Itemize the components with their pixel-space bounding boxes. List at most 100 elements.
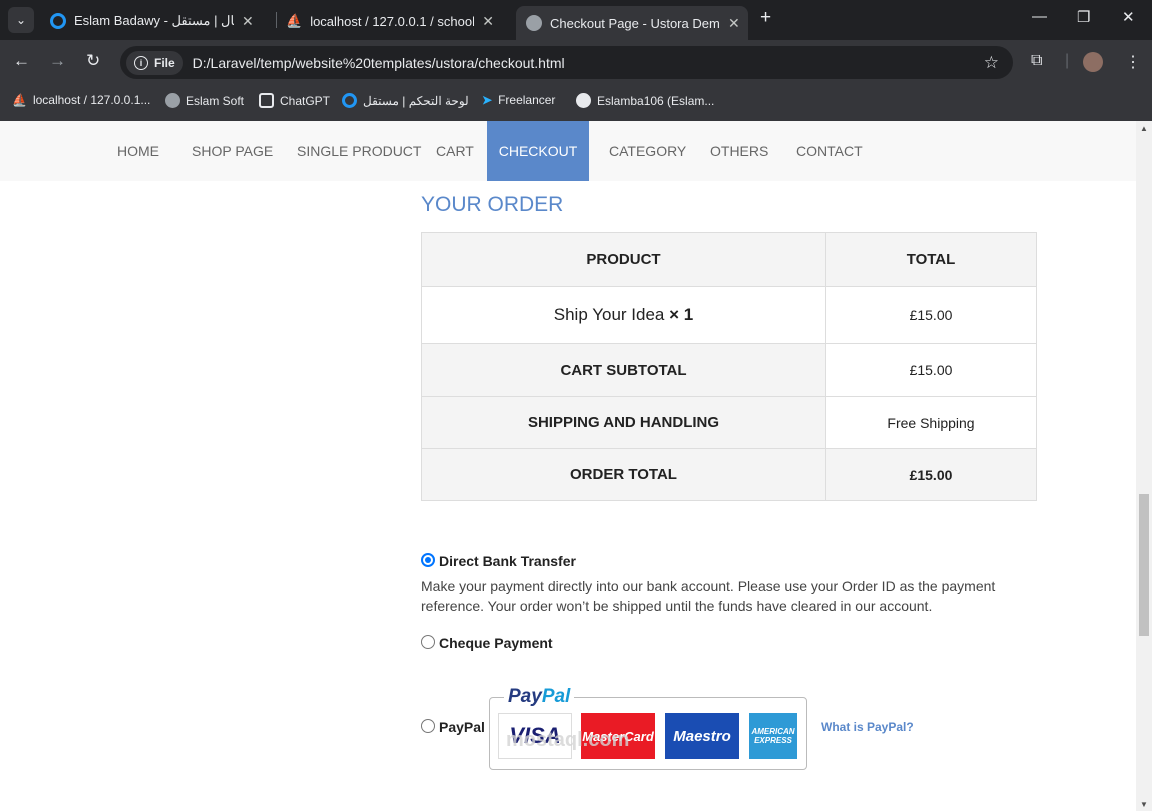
order-total-row: Order Total £15.00 — [421, 448, 1037, 501]
mostaql-watermark: mostaql.com — [506, 729, 630, 751]
new-tab-button[interactable]: + — [760, 7, 771, 29]
bookmark-github[interactable]: Eslamba106 (Eslam... — [576, 93, 714, 108]
extensions-icon[interactable]: ⧉ — [1031, 52, 1042, 70]
page-scrollbar[interactable]: ▲ ▼ — [1136, 121, 1152, 811]
chatgpt-icon — [259, 93, 274, 108]
tab-title: Checkout Page - Ustora Demo — [550, 15, 720, 31]
address-bar[interactable]: i File D:/Laravel/temp/website%20template… — [120, 46, 1013, 79]
bookmark-star-icon[interactable]: ☆ — [984, 53, 999, 73]
scrollbar-thumb[interactable] — [1139, 494, 1149, 636]
payment-paypal[interactable]: PayPal — [421, 719, 485, 735]
bank-transfer-label[interactable]: Direct Bank Transfer — [439, 553, 576, 569]
menu-contact[interactable]: Contact — [776, 121, 883, 181]
header-label: Total — [906, 251, 956, 268]
close-tab-icon[interactable]: ✕ — [482, 13, 494, 30]
bookmark-label: localhost / 127.0.0.1... — [32, 93, 151, 107]
scroll-up-arrow-icon[interactable]: ▲ — [1140, 124, 1148, 133]
url-text: D:/Laravel/temp/website%20templates/usto… — [192, 54, 565, 71]
paypal-logo: PayPal — [504, 686, 575, 708]
tab-separator — [276, 12, 277, 28]
tab-title: Eslam Badawy - الأعمال | مستقل — [74, 13, 234, 28]
bookmark-phpmyadmin[interactable]: ⛵ localhost / 127.0.0.1... — [12, 93, 150, 107]
browser-tab-1[interactable]: Eslam Badawy - الأعمال | مستقل ✕ — [40, 6, 275, 36]
minimize-icon[interactable]: — — [1032, 8, 1047, 25]
phpmyadmin-icon: ⛵ — [286, 13, 303, 28]
amex-card-icon: AMERICAN EXPRESS — [749, 713, 797, 759]
menu-checkout[interactable]: Checkout — [487, 121, 589, 181]
menu-kebab-icon[interactable]: ⋮ — [1125, 52, 1141, 72]
bookmark-eslam-soft[interactable]: Eslam Soft — [165, 93, 244, 108]
reload-icon[interactable]: ↻ — [86, 51, 100, 71]
tab-title: localhost / 127.0.0.1 / school / u — [310, 13, 475, 29]
menu-cart[interactable]: Cart — [416, 121, 494, 181]
bank-transfer-radio[interactable] — [421, 553, 435, 567]
github-icon — [576, 93, 591, 108]
payment-cheque[interactable]: Cheque Payment — [421, 635, 553, 651]
page-viewport: Home Shop page Single product Cart Check… — [0, 121, 1136, 811]
bookmark-label: Eslam Soft — [186, 93, 245, 108]
scroll-down-arrow-icon[interactable]: ▼ — [1140, 800, 1148, 809]
subtotal-label-cell: Cart Subtotal — [421, 343, 826, 397]
bank-transfer-description: Make your payment directly into our bank… — [421, 578, 996, 614]
globe-icon — [165, 93, 180, 108]
cheque-label[interactable]: Cheque Payment — [439, 635, 553, 651]
product-name-cell: Ship Your Idea × 1 — [421, 286, 826, 344]
order-total-label: Order Total — [570, 466, 677, 483]
phpmyadmin-icon: ⛵ — [12, 93, 27, 107]
main-menu: Home Shop page Single product Cart Check… — [0, 121, 1136, 181]
shipping-label: Shipping and Handling — [527, 414, 720, 431]
order-total-label-cell: Order Total — [421, 448, 826, 501]
bookmark-label: Freelancer — [498, 93, 556, 107]
bookmark-freelancer[interactable]: ➤ Freelancer — [482, 93, 555, 107]
restore-icon[interactable]: ❐ — [1077, 8, 1090, 26]
info-icon: i — [134, 55, 148, 70]
site-info-chip[interactable]: i File — [126, 50, 183, 75]
tab-search-button[interactable]: ⌄ — [8, 7, 34, 33]
browser-tab-3-active[interactable]: Checkout Page - Ustora Demo ✕ — [516, 6, 748, 40]
cheque-radio[interactable] — [421, 635, 435, 649]
subtotal-label: Cart Subtotal — [560, 361, 687, 379]
menu-category[interactable]: Category — [589, 121, 706, 181]
paypal-logo-pal: Pal — [541, 686, 571, 707]
product-total: £15.00 — [825, 286, 1037, 344]
close-tab-icon[interactable]: ✕ — [242, 13, 254, 30]
menu-home[interactable]: Home — [97, 121, 179, 181]
bookmark-chatgpt[interactable]: ChatGPT — [259, 93, 330, 108]
globe-icon — [526, 15, 542, 31]
bookmarks-bar: ⛵ localhost / 127.0.0.1... Eslam Soft Cha… — [0, 85, 1152, 122]
shipping-row: Shipping and Handling Free Shipping — [421, 396, 1037, 449]
paypal-radio[interactable] — [421, 719, 435, 733]
subtotal-row: Cart Subtotal £15.00 — [421, 343, 1037, 397]
cart-item-row: Ship Your Idea × 1 £15.00 — [421, 286, 1037, 344]
back-icon[interactable]: ← — [13, 51, 30, 71]
bookmark-label: Eslamba106 (Eslam... — [597, 93, 715, 108]
table-header-row: Product Total — [421, 232, 1037, 287]
order-review-table: Product Total Ship Your Idea × 1 £15.00 … — [421, 232, 1037, 501]
product-name[interactable]: Ship Your Idea — [554, 305, 665, 324]
browser-tab-2[interactable]: ⛵ localhost / 127.0.0.1 / school / u ✕ — [280, 6, 510, 36]
total-header: Total — [825, 232, 1037, 287]
paypal-label[interactable]: PayPal — [439, 719, 485, 735]
order-title: Your order — [421, 193, 564, 216]
browser-toolbar: ← → ↻ i File D:/Laravel/temp/website%20te… — [0, 40, 1152, 85]
close-window-icon[interactable]: ✕ — [1122, 8, 1135, 26]
product-header: Product — [421, 232, 826, 287]
menu-others[interactable]: Others — [690, 121, 788, 181]
forward-icon[interactable]: → — [49, 51, 66, 71]
shipping-value: Free Shipping — [825, 396, 1037, 449]
close-tab-icon[interactable]: ✕ — [728, 15, 740, 32]
bookmark-label: ChatGPT — [280, 93, 331, 108]
what-is-paypal-link[interactable]: What is PayPal? — [821, 720, 914, 734]
bookmark-mostaql[interactable]: لوحة التحكم | مستقل — [342, 93, 469, 108]
chip-label: File — [154, 55, 175, 70]
toolbar-divider: | — [1065, 52, 1070, 69]
paypal-logo-pay: Pay — [508, 686, 542, 707]
menu-shop-page[interactable]: Shop page — [172, 121, 293, 181]
header-label: Product — [586, 251, 661, 268]
payment-bank-transfer[interactable]: Direct Bank Transfer — [421, 553, 576, 569]
profile-avatar[interactable] — [1083, 52, 1103, 72]
mostaql-icon — [50, 13, 66, 29]
shipping-label-cell: Shipping and Handling — [421, 396, 826, 449]
subtotal-value: £15.00 — [825, 343, 1037, 397]
order-total-value: £15.00 — [825, 448, 1037, 501]
